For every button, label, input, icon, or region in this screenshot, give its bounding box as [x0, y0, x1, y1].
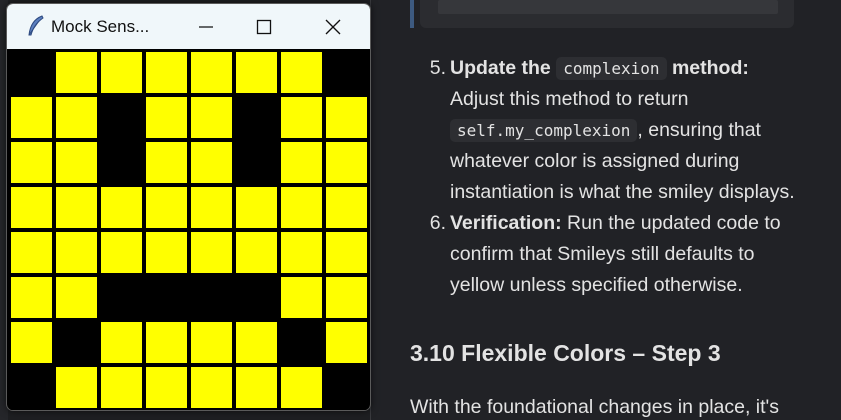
code-block — [420, 0, 794, 28]
pixel-cell — [189, 320, 234, 365]
pixel-cell — [99, 95, 144, 140]
list-text: yellow unless specified otherwise. — [450, 274, 743, 296]
pixel-cell — [234, 230, 279, 275]
pixel-cell — [54, 320, 99, 365]
pixel-cell — [279, 275, 324, 320]
pixel-cell — [54, 365, 99, 410]
pixel-cell — [99, 50, 144, 95]
pixel-cell — [324, 320, 369, 365]
app-window: Mock Sens... — [6, 3, 371, 411]
inline-code: complexion — [556, 57, 667, 80]
pixel-cell — [279, 140, 324, 185]
list-text: Run the updated code to — [561, 212, 781, 234]
window-title: Mock Sens... — [51, 17, 150, 36]
list-text: Adjust this method to return — [450, 88, 689, 110]
pixel-cell — [54, 185, 99, 230]
pixel-cell — [189, 275, 234, 320]
pixel-cell — [324, 365, 369, 410]
pixel-cell — [9, 275, 54, 320]
pixel-cell — [9, 320, 54, 365]
pixel-cell — [279, 50, 324, 95]
pixel-cell — [234, 50, 279, 95]
pixel-cell — [324, 140, 369, 185]
pixel-cell — [234, 140, 279, 185]
pixel-cell — [99, 320, 144, 365]
pixel-cell — [234, 320, 279, 365]
pixel-cell — [279, 95, 324, 140]
pixel-cell — [144, 275, 189, 320]
paragraph-text: With the foundational changes in place, … — [410, 396, 780, 418]
smiley-pixel-grid — [9, 50, 369, 410]
list-item-heading: Verification: — [450, 212, 562, 234]
close-icon — [325, 19, 341, 34]
pixel-cell — [9, 140, 54, 185]
pixel-cell — [279, 185, 324, 230]
pixel-cell — [324, 95, 369, 140]
pixel-cell — [234, 275, 279, 320]
pixel-cell — [144, 140, 189, 185]
pixel-cell — [144, 365, 189, 410]
inline-code: self.my_complexion — [450, 119, 638, 142]
pixel-cell — [234, 365, 279, 410]
feather-icon — [28, 15, 44, 36]
list-text: instantiation is what the smiley display… — [450, 181, 795, 203]
pixel-cell — [324, 185, 369, 230]
list-item-heading-tail: method: — [671, 57, 749, 79]
pixel-cell — [279, 365, 324, 410]
pixel-cell — [324, 275, 369, 320]
pixel-cell — [234, 185, 279, 230]
pixel-cell — [144, 50, 189, 95]
pixel-cell — [9, 365, 54, 410]
pixel-cell — [189, 230, 234, 275]
pixel-cell — [279, 230, 324, 275]
pixel-cell — [324, 50, 369, 95]
pixel-cell — [144, 95, 189, 140]
pixel-cell — [144, 230, 189, 275]
pixel-cell — [324, 230, 369, 275]
pixel-cell — [54, 50, 99, 95]
pixel-cell — [234, 95, 279, 140]
code-line — [438, 0, 778, 14]
pixel-cell — [189, 50, 234, 95]
pixel-cell — [99, 365, 144, 410]
list-item-heading: Update the — [450, 57, 551, 79]
title-bar[interactable]: Mock Sens... — [7, 4, 370, 49]
list-number: 6. — [429, 212, 446, 234]
pixel-cell — [9, 95, 54, 140]
pixel-cell — [54, 95, 99, 140]
pixel-cell — [99, 140, 144, 185]
list-text: confirm that Smileys still defaults to — [450, 243, 755, 265]
pixel-cell — [144, 185, 189, 230]
maximize-icon — [256, 19, 272, 34]
pixel-cell — [189, 140, 234, 185]
pixel-cell — [9, 185, 54, 230]
pixel-cell — [99, 275, 144, 320]
maximize-button[interactable] — [231, 4, 297, 49]
close-button[interactable] — [300, 4, 366, 49]
list-number: 5. — [429, 57, 446, 79]
pixel-cell — [279, 320, 324, 365]
list-text: , ensuring that — [637, 119, 761, 141]
pixel-cell — [189, 95, 234, 140]
pixel-cell — [9, 230, 54, 275]
pixel-cell — [9, 50, 54, 95]
pixel-cell — [144, 320, 189, 365]
pixel-cell — [99, 185, 144, 230]
list-text: whatever color is assigned during — [450, 150, 740, 172]
pixel-cell — [189, 185, 234, 230]
minimize-icon — [199, 25, 213, 28]
pixel-cell — [189, 365, 234, 410]
minimize-button[interactable] — [173, 4, 239, 49]
blockquote-bar — [410, 0, 414, 28]
pixel-cell — [54, 140, 99, 185]
pixel-cell — [54, 275, 99, 320]
section-heading: 3.10 Flexible Colors – Step 3 — [410, 340, 721, 366]
pixel-cell — [99, 230, 144, 275]
pixel-cell — [54, 230, 99, 275]
